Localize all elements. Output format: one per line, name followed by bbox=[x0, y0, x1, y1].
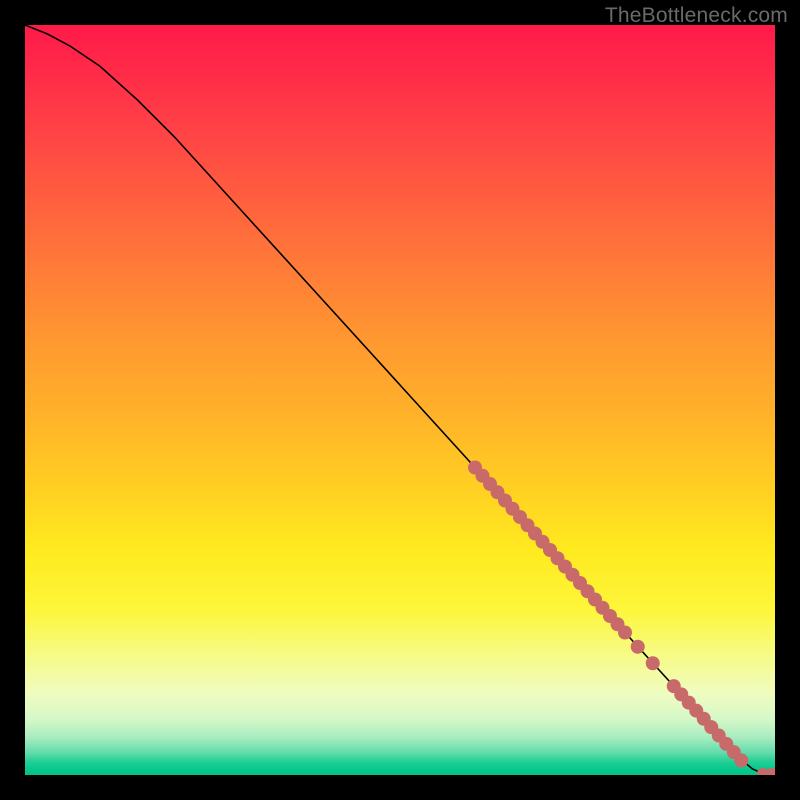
main-curve-line bbox=[25, 25, 775, 774]
scatter-point bbox=[734, 753, 748, 767]
scatter-point bbox=[646, 656, 660, 670]
curve-path bbox=[25, 25, 775, 774]
scatter-point bbox=[618, 626, 632, 640]
chart-stage: TheBottleneck.com bbox=[0, 0, 800, 800]
scatter-point bbox=[631, 640, 645, 654]
highlight-scatter bbox=[468, 461, 775, 776]
plot-area bbox=[25, 25, 775, 775]
chart-svg bbox=[25, 25, 775, 775]
watermark-label: TheBottleneck.com bbox=[605, 4, 788, 28]
